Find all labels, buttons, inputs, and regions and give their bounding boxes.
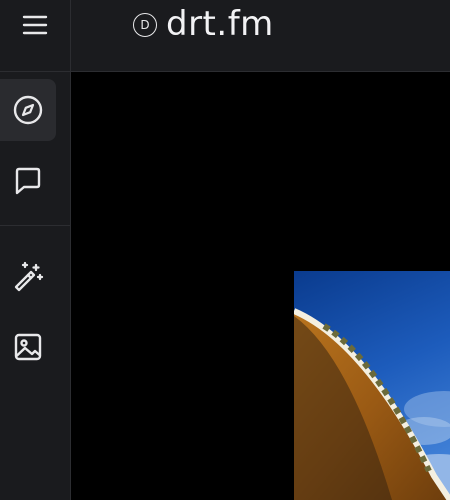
magic-wand-icon: [14, 261, 44, 292]
sidebar-item-explore[interactable]: [0, 79, 56, 141]
brand-name: drt.fm: [166, 4, 274, 44]
sidebar-item-gallery[interactable]: [0, 316, 56, 378]
compass-icon: [13, 95, 43, 125]
menu-icon: [22, 15, 48, 34]
brand-mark-icon: D: [133, 13, 157, 37]
top-header: D drt.fm: [71, 0, 450, 72]
sidebar-item-generate[interactable]: [0, 246, 56, 308]
generated-image-thumbnail[interactable]: [294, 271, 450, 500]
image-icon: [14, 333, 42, 361]
chat-icon: [15, 167, 41, 195]
sidebar-item-chat[interactable]: [0, 150, 56, 212]
brand-logo[interactable]: D drt.fm: [133, 4, 274, 44]
sidebar: [0, 0, 71, 500]
app-window: D drt.fm: [0, 0, 450, 500]
sidebar-divider: [0, 225, 70, 226]
menu-button[interactable]: [0, 0, 70, 72]
